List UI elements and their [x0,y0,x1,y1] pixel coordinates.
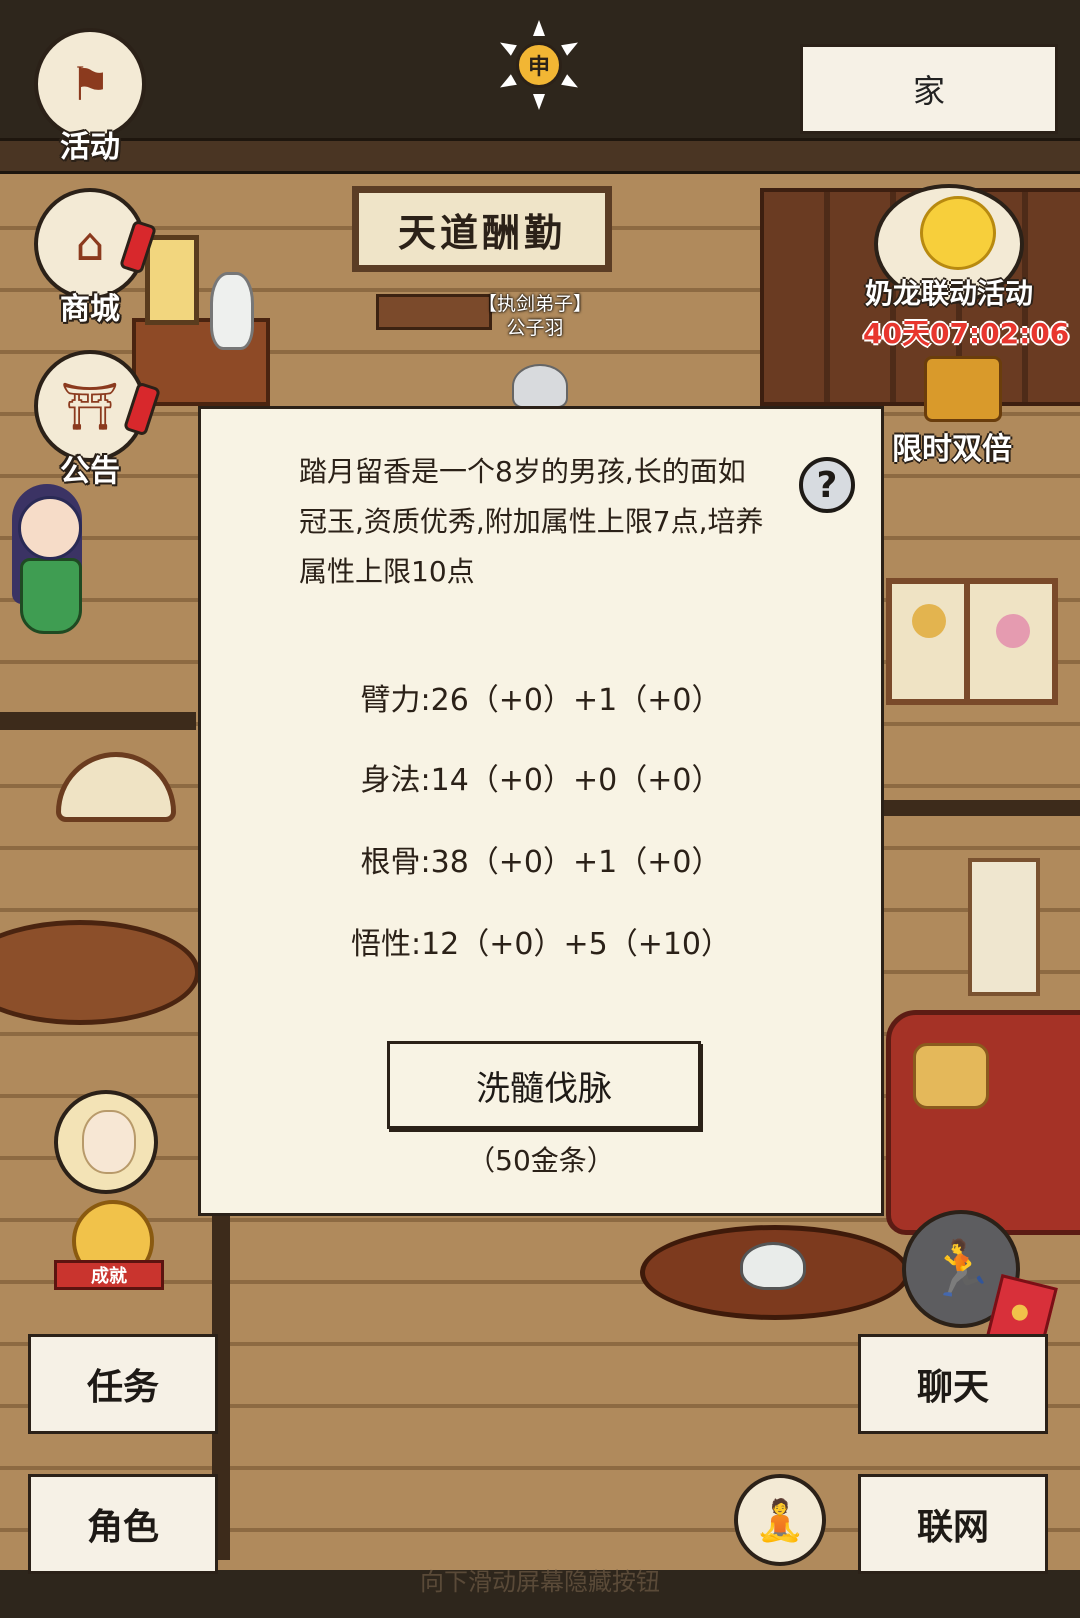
hanging-scroll [968,858,1040,996]
chat-button[interactable]: 聊天 [858,1334,1048,1434]
vase-icon [210,272,254,350]
hide-buttons-hint: 向下滑动屏幕隐藏按钮 [420,1568,660,1596]
event-title: 奶龙联动活动 [865,277,1034,310]
network-button[interactable]: 联网 [858,1474,1048,1574]
treasure-chest-icon[interactable] [924,356,1002,422]
meditate-icon: 🧘 [755,1497,805,1544]
npc-label[interactable]: 【执剑弟子】 公子羽 [478,292,592,340]
red-sofa [886,1010,1080,1235]
cushion [913,1043,989,1109]
stat-constitution: 根骨:38（+0）+1（+0） [360,845,722,880]
refine-cost: （50金条） [467,1144,615,1177]
flower-icon [912,604,946,638]
flower-screen [886,578,1058,705]
player-character[interactable] [8,478,88,648]
refine-button[interactable]: 洗髓伐脉 [387,1041,701,1129]
shop-label: 商城 [60,292,120,327]
ceiling-beam [0,138,1080,174]
achievement-label: 成就 [54,1260,164,1290]
milk-dragon-icon [920,196,996,270]
npc-sprite[interactable] [512,364,568,408]
character-description: 踏月留香是一个8岁的男孩,长的面如冠玉,资质优秀,附加属性上限7点,培养属性上限… [299,455,764,588]
stat-agility: 身法:14（+0）+0（+0） [360,763,722,798]
notice-label: 公告 [60,454,120,489]
achievement-button[interactable]: 成就 [54,1200,164,1300]
stat-strength: 臂力:26（+0）+1（+0） [360,683,722,718]
npc-name: 公子羽 [506,317,564,339]
sun-icon: 申 [516,42,562,88]
plaque-sign: 天道酬勤 [352,186,612,272]
stump-tea-table [640,1225,910,1320]
flag-icon: ⚑ [69,57,111,111]
role-button[interactable]: 角色 [28,1474,218,1574]
event-timer: 40天07:02:06 [863,317,1070,350]
notice-board-icon: ⛩ [60,378,120,433]
activity-label: 活动 [60,130,120,165]
stat-comprehension: 悟性:12（+0）+5（+10） [350,927,732,962]
npc-title: 【执剑弟子】 [478,293,593,315]
task-button[interactable]: 任务 [28,1334,218,1434]
teapot-icon [740,1242,806,1290]
meditate-button[interactable]: 🧘 [734,1474,826,1566]
double-reward-label: 限时双倍 [892,432,1012,467]
question-icon: ? [816,464,838,506]
low-desk [376,294,492,330]
run-icon: 🏃 [927,1237,995,1300]
character-avatar[interactable] [54,1090,158,1194]
attribute-dialog: 踏月留香是一个8岁的男孩,长的面如冠玉,资质优秀,附加属性上限7点,培养属性上限… [198,406,884,1216]
room-divider [0,712,196,730]
time-of-day-indicator: 申 [494,20,584,110]
lantern-icon [145,235,199,325]
lotus-icon [996,614,1030,648]
help-button[interactable]: ? [799,457,855,513]
room-divider [884,800,1080,816]
home-button[interactable]: 家 [800,44,1058,134]
